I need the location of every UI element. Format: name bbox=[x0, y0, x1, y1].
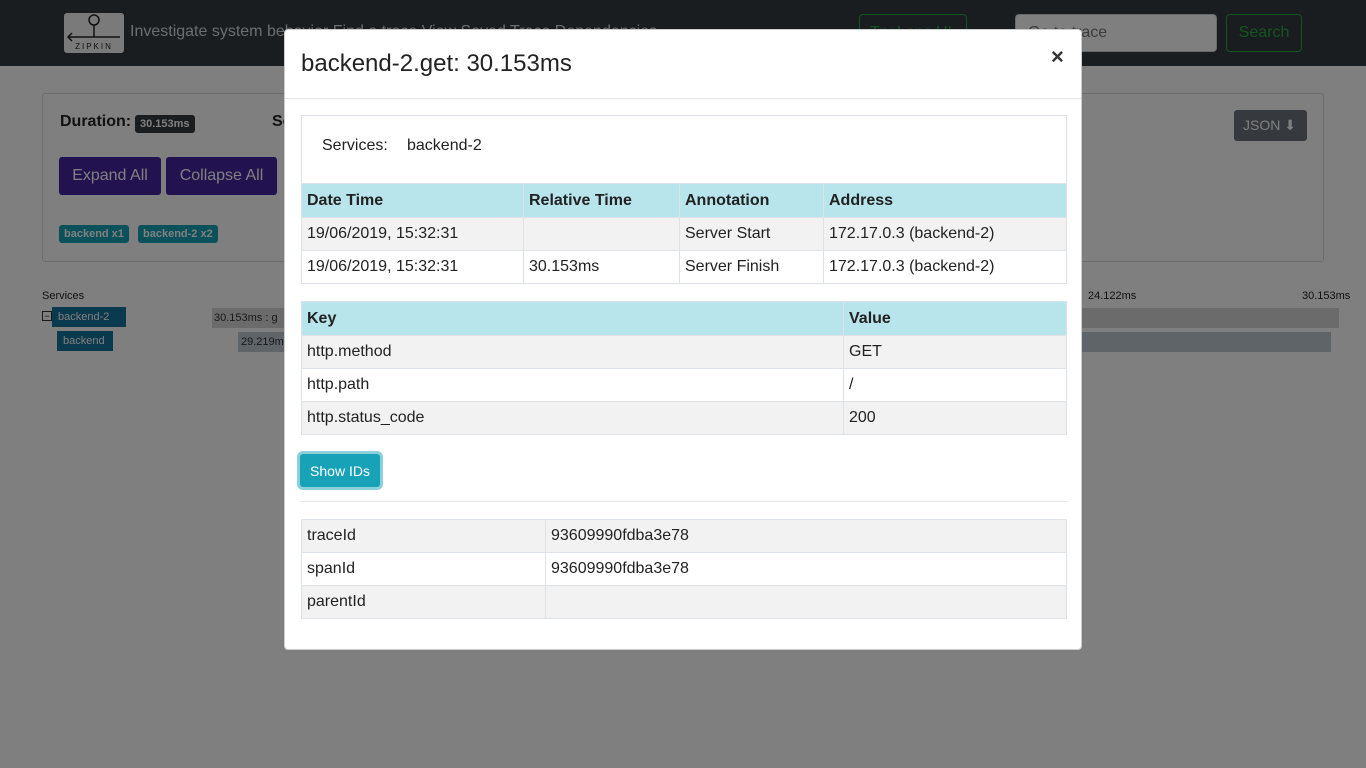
table-cell: 93609990fdba3e78 bbox=[545, 519, 1067, 553]
table-cell: Server Start bbox=[679, 217, 824, 251]
table-cell: 93609990fdba3e78 bbox=[545, 552, 1067, 586]
table-cell: 19/06/2019, 15:32:31 bbox=[301, 217, 524, 251]
table-cell: Server Finish bbox=[679, 250, 824, 284]
table-cell: GET bbox=[843, 335, 1067, 369]
table-cell: 30.153ms bbox=[523, 250, 680, 284]
table-row: spanId 93609990fdba3e78 bbox=[301, 552, 1067, 586]
table-cell: 19/06/2019, 15:32:31 bbox=[301, 250, 524, 284]
table-row: http.status_code 200 bbox=[301, 401, 1067, 435]
column-header: Address bbox=[823, 183, 1067, 218]
services-value: backend-2 bbox=[407, 137, 482, 154]
table-cell: http.method bbox=[301, 335, 844, 369]
column-header: Date Time bbox=[301, 183, 524, 218]
table-row: 19/06/2019, 15:32:31 Server Start 172.17… bbox=[301, 217, 1067, 251]
column-header: Annotation bbox=[679, 183, 824, 218]
table-row: parentId bbox=[301, 585, 1067, 619]
table-cell: traceId bbox=[301, 519, 546, 553]
column-header: Value bbox=[843, 301, 1067, 336]
services-box: Services: backend-2 bbox=[301, 115, 1067, 183]
table-cell bbox=[523, 217, 680, 251]
close-icon[interactable]: × bbox=[1051, 44, 1064, 70]
ids-table: traceId 93609990fdba3e78 spanId 93609990… bbox=[301, 519, 1067, 619]
table-cell bbox=[545, 585, 1067, 619]
table-cell: / bbox=[843, 368, 1067, 402]
table-header-row: Key Value bbox=[301, 301, 1067, 336]
table-row: traceId 93609990fdba3e78 bbox=[301, 519, 1067, 553]
services-label: Services: bbox=[322, 137, 388, 154]
table-cell: 172.17.0.3 (backend-2) bbox=[823, 250, 1067, 284]
modal-header: backend-2.get: 30.153ms × bbox=[285, 30, 1081, 99]
modal-title: backend-2.get: 30.153ms bbox=[301, 50, 572, 77]
table-cell: 200 bbox=[843, 401, 1067, 435]
table-cell: 172.17.0.3 (backend-2) bbox=[823, 217, 1067, 251]
column-header: Key bbox=[301, 301, 844, 336]
table-row: 19/06/2019, 15:32:31 30.153ms Server Fin… bbox=[301, 250, 1067, 284]
tags-table: Key Value http.method GET http.path / ht… bbox=[301, 301, 1067, 435]
column-header: Relative Time bbox=[523, 183, 680, 218]
table-cell: spanId bbox=[301, 552, 546, 586]
table-header-row: Date Time Relative Time Annotation Addre… bbox=[301, 183, 1067, 218]
table-cell: http.path bbox=[301, 368, 844, 402]
annotations-table: Date Time Relative Time Annotation Addre… bbox=[301, 183, 1067, 284]
table-cell: http.status_code bbox=[301, 401, 844, 435]
table-row: http.path / bbox=[301, 368, 1067, 402]
span-detail-modal: backend-2.get: 30.153ms × Services: back… bbox=[284, 29, 1082, 650]
table-row: http.method GET bbox=[301, 335, 1067, 369]
divider bbox=[301, 501, 1067, 502]
table-cell: parentId bbox=[301, 585, 546, 619]
show-ids-button[interactable]: Show IDs bbox=[300, 454, 380, 487]
